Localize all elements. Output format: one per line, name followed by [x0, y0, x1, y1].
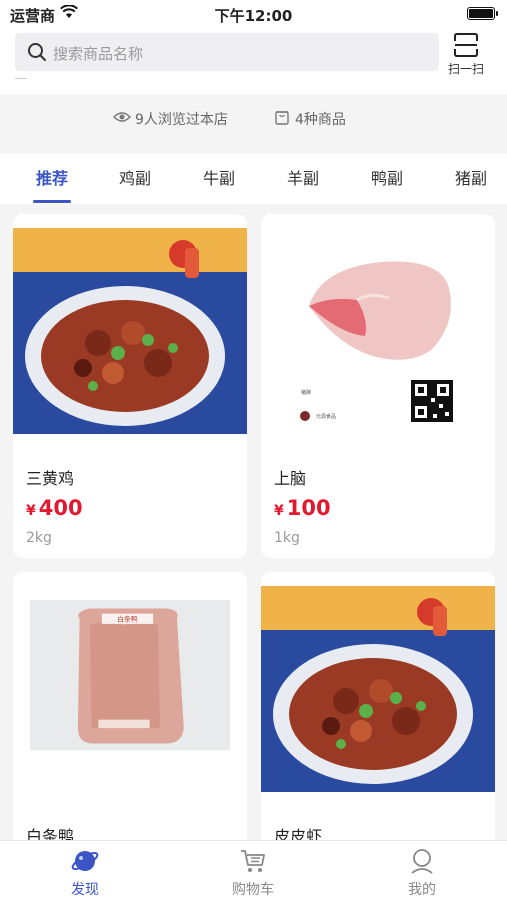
search-icon [28, 43, 46, 61]
nav-cart-label: 购物车 [232, 882, 274, 898]
nav-cart[interactable]: 购物车 [208, 847, 298, 899]
product-image [261, 586, 495, 792]
tab-beef[interactable]: 牛副 [197, 165, 241, 201]
product-image: 猪蹄 元源食品 [261, 228, 495, 434]
image-brand-text: 猪蹄 [301, 389, 311, 396]
product-image: 白条鸭 [30, 600, 230, 751]
product-card[interactable]: 皮皮虾 [261, 572, 495, 840]
bag-icon [275, 111, 289, 125]
store-stats: 9人浏览过本店 4种商品 [0, 94, 507, 140]
product-weight: 2kg [26, 530, 52, 546]
scan-icon [454, 33, 478, 57]
store-goods-text: 4种商品 [295, 112, 346, 128]
price-value: 100 [286, 496, 331, 520]
divider [15, 78, 27, 79]
category-tabs: 推荐 鸡副 牛副 羊副 鸭副 猪副 [0, 154, 507, 204]
planet-icon [71, 851, 99, 871]
nav-mine-label: 我的 [408, 882, 436, 898]
nav-discover-label: 发现 [71, 882, 99, 898]
tab-lamb[interactable]: 羊副 [281, 165, 325, 201]
battery-icon [467, 7, 498, 20]
store-views: 9人浏览过本店 [113, 109, 243, 128]
product-image [13, 228, 247, 434]
user-icon [411, 849, 433, 874]
product-name: 三黄鸡 [26, 469, 75, 488]
search-header: 搜索商品名称 扫一扫 [0, 28, 507, 94]
bottom-nav: 发现 购物车 我的 [0, 840, 507, 900]
cart-icon [241, 850, 265, 872]
product-name: 上脑 [274, 469, 307, 488]
search-placeholder: 搜索商品名称 [53, 45, 144, 63]
product-card[interactable]: 猪蹄 元源食品 上脑 ¥100 1kg [261, 214, 495, 558]
image-package-text: 白条鸭 [117, 614, 138, 623]
clock: 下午12:00 [214, 7, 293, 25]
store-views-text: 9人浏览过本店 [135, 112, 228, 128]
status-bar: 运营商 下午12:00 [0, 0, 507, 28]
currency-symbol: ¥ [26, 503, 36, 519]
product-weight: 1kg [274, 530, 300, 546]
product-name: 白条鸭 [26, 827, 75, 840]
nav-discover[interactable]: 发现 [40, 847, 130, 899]
tab-recommend[interactable]: 推荐 [30, 165, 74, 201]
tab-pork[interactable]: 猪副 [449, 165, 493, 201]
scan-button[interactable]: 扫一扫 [444, 30, 488, 76]
image-shop-text: 元源食品 [316, 413, 336, 420]
product-price: ¥400 [26, 496, 83, 520]
tab-chicken[interactable]: 鸡副 [113, 165, 157, 201]
product-grid: 三黄鸡 ¥400 2kg 猪蹄 元源食品 上脑 ¥100 1kg 白条鸭 白条鸭… [0, 214, 507, 840]
nav-mine[interactable]: 我的 [377, 847, 467, 899]
currency-symbol: ¥ [274, 503, 284, 519]
product-card[interactable]: 白条鸭 白条鸭 [13, 572, 247, 840]
search-input[interactable]: 搜索商品名称 [15, 33, 439, 71]
tab-duck[interactable]: 鸭副 [365, 165, 409, 201]
store-goods: 4种商品 [273, 109, 363, 128]
eye-icon [113, 112, 131, 122]
product-price: ¥100 [274, 496, 331, 520]
product-card[interactable]: 三黄鸡 ¥400 2kg [13, 214, 247, 558]
product-name: 皮皮虾 [274, 827, 323, 840]
scan-label: 扫一扫 [447, 62, 484, 76]
tab-indicator [33, 200, 71, 203]
price-value: 400 [38, 496, 83, 520]
